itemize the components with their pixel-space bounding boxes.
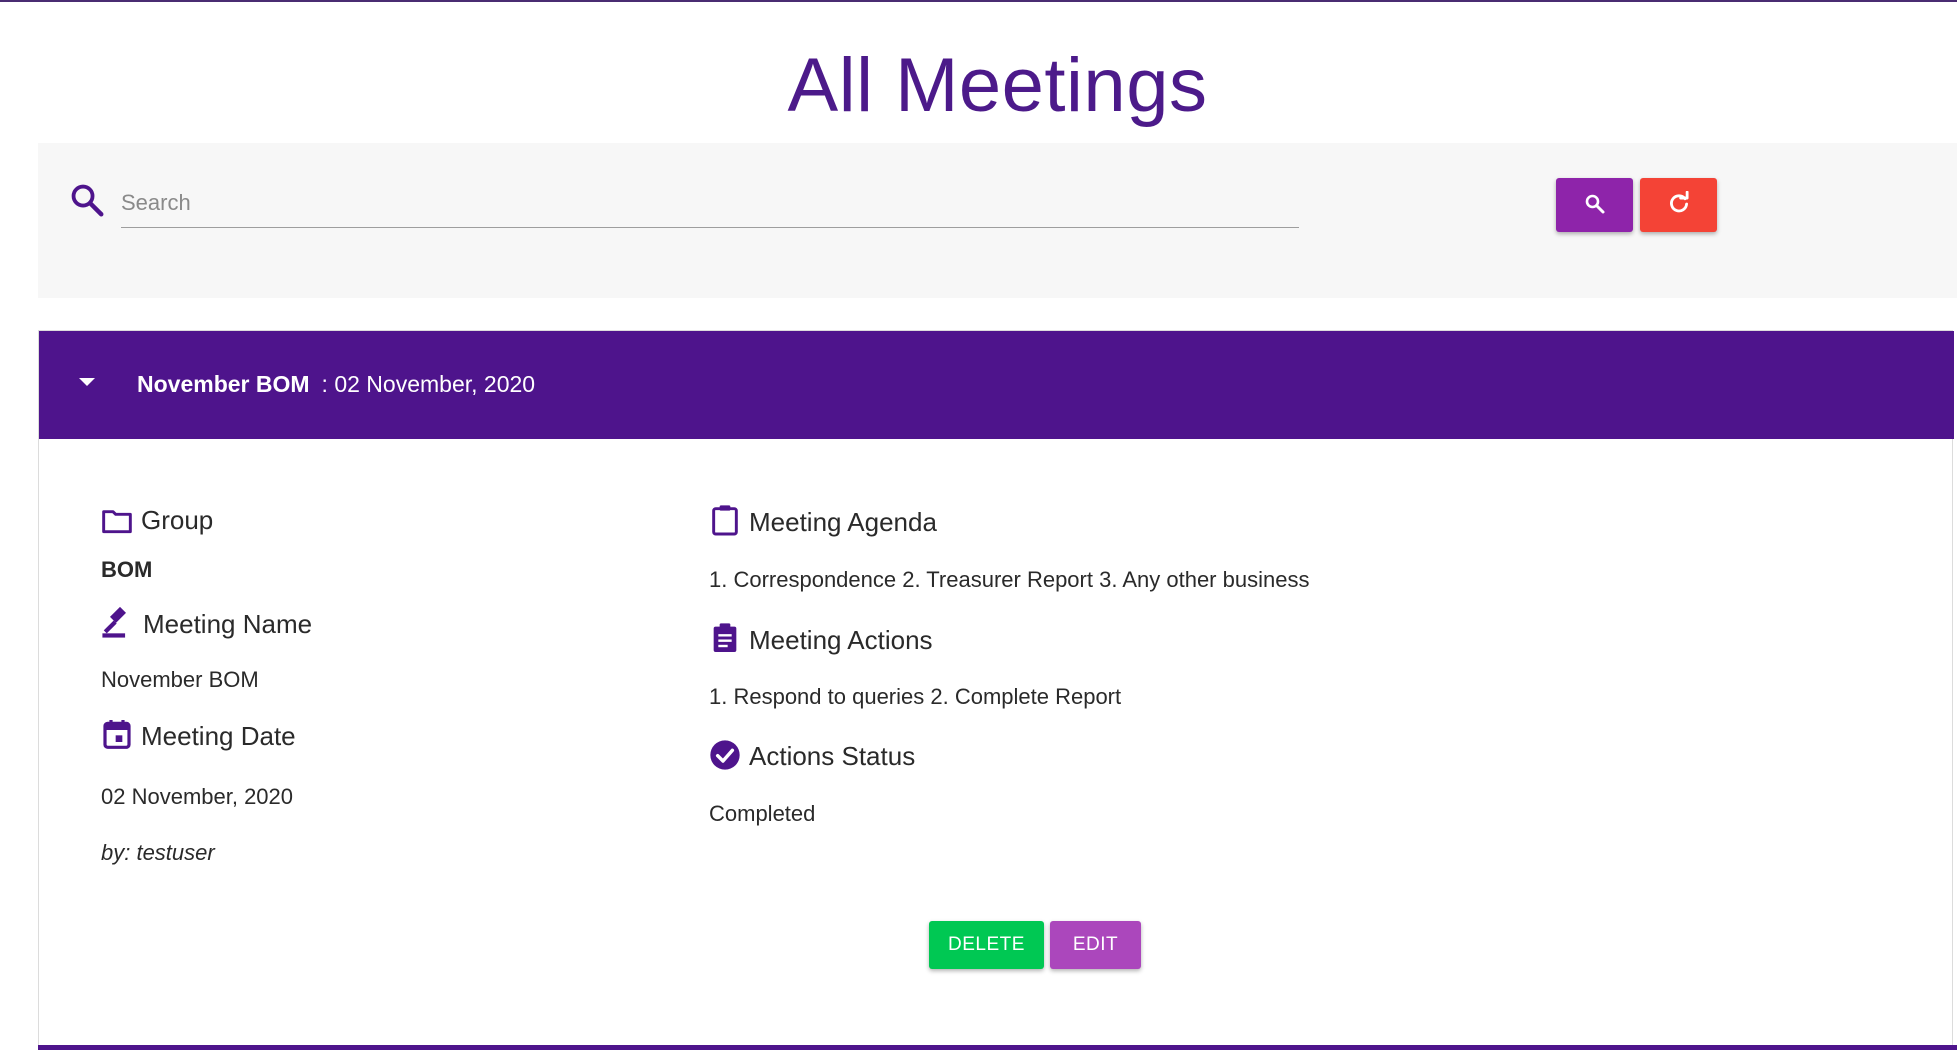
actions-field: Meeting Actions [709, 621, 933, 655]
agenda-label: Meeting Agenda [749, 507, 937, 537]
clipboard-icon [709, 503, 741, 537]
search-panel [38, 143, 1957, 298]
status-value: Completed [709, 801, 816, 826]
actions-value: 1. Respond to queries 2. Complete Report [709, 684, 1122, 709]
group-label: Group [141, 505, 214, 535]
agenda-field: Meeting Agenda [709, 503, 937, 537]
meeting-name-field: Meeting Name [101, 605, 312, 639]
meeting-header-title: November BOM : 02 November, 2020 [137, 371, 535, 398]
author-text: by: testuser [101, 840, 215, 865]
status-label: Actions Status [749, 741, 916, 771]
bottom-border [38, 1045, 1957, 1050]
check-circle-icon [709, 739, 741, 771]
agenda-value: 1. Correspondence 2. Treasurer Report 3.… [709, 567, 1310, 592]
actions-label: Meeting Actions [749, 625, 933, 655]
meeting-header-name: November BOM [137, 371, 310, 397]
meeting-card-header[interactable]: November BOM : 02 November, 2020 [39, 331, 1954, 439]
refresh-icon [1666, 190, 1692, 220]
edit-button[interactable]: EDIT [1050, 921, 1141, 969]
meeting-date-label: Meeting Date [141, 721, 296, 751]
meeting-date-value: 02 November, 2020 [101, 784, 294, 809]
status-field: Actions Status [709, 739, 915, 771]
gavel-icon [101, 605, 135, 639]
search-icon [68, 181, 106, 219]
meeting-header-date: : 02 November, 2020 [321, 371, 536, 397]
reset-button[interactable] [1640, 178, 1717, 232]
group-field: Group [101, 505, 213, 535]
meeting-name-value: November BOM [101, 667, 259, 692]
meeting-card: November BOM : 02 November, 2020 Group BO… [38, 330, 1954, 1050]
page-title: All Meetings [787, 43, 1208, 128]
magnify-icon [1583, 192, 1607, 219]
meeting-name-label: Meeting Name [143, 609, 313, 639]
search-button[interactable] [1556, 178, 1633, 232]
calendar-icon [101, 717, 133, 751]
search-input[interactable] [121, 178, 1299, 228]
caret-down-icon[interactable] [77, 367, 97, 386]
meeting-date-field: Meeting Date [101, 717, 296, 751]
folder-icon [101, 507, 133, 535]
top-border [0, 0, 1957, 2]
delete-button[interactable]: DELETE [929, 921, 1044, 969]
group-value: BOM [101, 557, 153, 582]
clipboard-list-icon [709, 621, 741, 655]
